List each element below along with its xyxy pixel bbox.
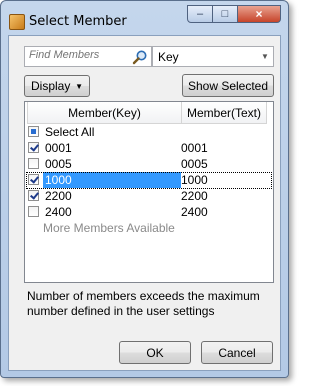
show-selected-button[interactable]: Show Selected — [182, 74, 274, 97]
display-button-label: Display — [31, 79, 71, 93]
title-bar[interactable]: Select Member – □ × — [1, 1, 288, 31]
member-key: 0001 — [45, 141, 72, 155]
field-selector-value: Key — [158, 50, 179, 64]
table-row[interactable]: 2200 2200 — [25, 188, 273, 204]
column-header-key[interactable]: Member(Key) — [27, 102, 182, 124]
select-all-checkbox[interactable] — [28, 126, 39, 137]
row-checkbox[interactable] — [28, 158, 39, 169]
row-checkbox[interactable] — [28, 206, 39, 217]
row-checkbox[interactable] — [28, 190, 39, 201]
grid-header: Member(Key) Member(Text) — [25, 102, 273, 124]
member-key: 0005 — [45, 157, 72, 171]
ok-button[interactable]: OK — [119, 341, 191, 364]
maximize-icon[interactable]: □ — [212, 5, 238, 23]
select-all-label: Select All — [45, 125, 95, 139]
status-message: Number of members exceeds the maximum nu… — [27, 289, 277, 319]
search-input[interactable] — [29, 49, 129, 61]
row-checkbox[interactable] — [28, 142, 39, 153]
select-all-row[interactable]: Select All — [25, 124, 273, 140]
status-message-line: number defined in the user settings — [27, 304, 215, 318]
row-checkbox[interactable] — [28, 174, 39, 185]
cancel-button[interactable]: Cancel — [201, 341, 273, 364]
member-list: Select All 0001 0001 0005 0005 1000 1000… — [25, 124, 273, 236]
status-message-line: Number of members exceeds the maximum — [27, 289, 260, 303]
member-key: 2400 — [45, 205, 72, 219]
member-text: 2200 — [181, 189, 208, 203]
minimize-icon[interactable]: – — [187, 5, 213, 23]
member-key: 1000 — [45, 173, 72, 187]
more-members-row[interactable]: More Members Available — [25, 220, 273, 236]
member-text: 0005 — [181, 157, 208, 171]
member-key: 2200 — [45, 189, 72, 203]
column-header-text[interactable]: Member(Text) — [182, 102, 267, 124]
app-icon — [9, 14, 25, 30]
member-text: 1000 — [181, 173, 208, 187]
member-text: 0001 — [181, 141, 208, 155]
table-row[interactable]: 0005 0005 — [25, 156, 273, 172]
caption-buttons: – □ × — [187, 5, 281, 25]
chevron-down-icon[interactable]: ▼ — [257, 47, 273, 66]
search-field[interactable] — [24, 46, 152, 67]
member-text: 2400 — [181, 205, 208, 219]
more-members-label[interactable]: More Members Available — [43, 221, 175, 235]
search-icon[interactable] — [132, 49, 148, 65]
close-icon[interactable]: × — [237, 5, 281, 23]
field-selector-dropdown[interactable]: Key ▼ — [152, 46, 274, 67]
member-grid: Member(Key) Member(Text) Select All 0001… — [24, 101, 274, 283]
chevron-down-icon: ▼ — [75, 82, 83, 91]
window-title: Select Member — [29, 14, 127, 29]
display-button[interactable]: Display ▼ — [24, 75, 90, 97]
table-row-selected[interactable]: 1000 1000 — [25, 172, 273, 189]
table-row[interactable]: 0001 0001 — [25, 140, 273, 156]
select-member-dialog: Select Member – □ × Key ▼ Display ▼ Show… — [0, 0, 289, 378]
table-row[interactable]: 2400 2400 — [25, 204, 273, 220]
dialog-body: Key ▼ Display ▼ Show Selected Member(Key… — [8, 35, 281, 371]
